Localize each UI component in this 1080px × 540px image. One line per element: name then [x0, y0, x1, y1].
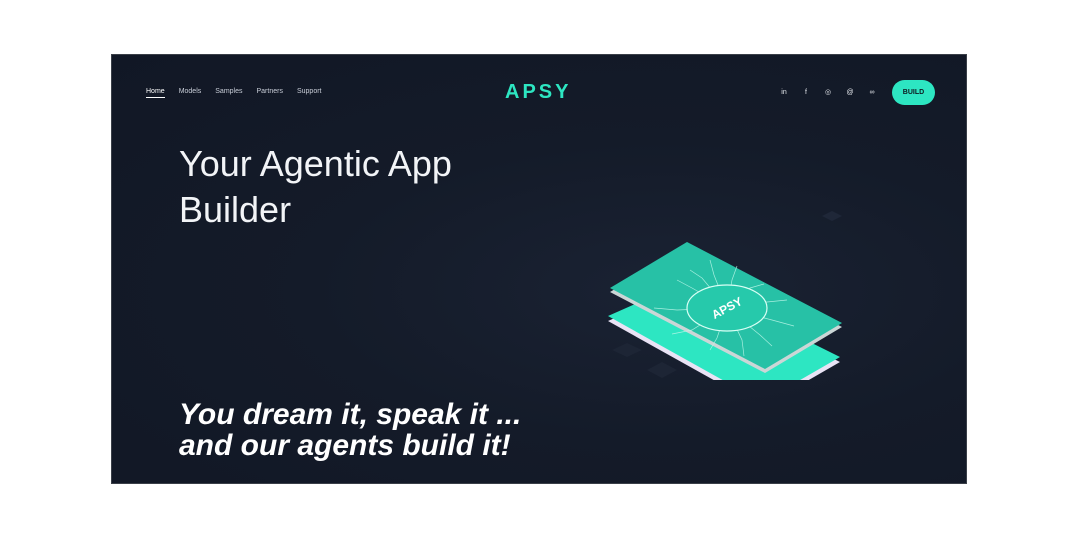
instagram-icon[interactable]: ◎ — [823, 87, 833, 97]
nav-item-samples[interactable]: Samples — [215, 88, 242, 98]
link-icon[interactable]: ∞ — [867, 87, 877, 97]
floating-square — [612, 343, 642, 357]
nav-item-support[interactable]: Support — [297, 88, 322, 98]
linkedin-icon[interactable]: in — [779, 87, 789, 97]
hero-tagline: You dream it, speak it ... and our agent… — [179, 398, 522, 462]
chip-illustration: APSY — [608, 211, 842, 380]
social-links: in f ◎ @ ∞ — [779, 87, 877, 97]
hero-section: Home Models Samples Partners Support APS… — [111, 54, 967, 484]
hero-headline: Your Agentic App Builder — [179, 143, 452, 230]
floating-square — [647, 362, 677, 378]
nav-item-home[interactable]: Home — [146, 88, 165, 98]
floating-square — [822, 211, 842, 221]
threads-icon[interactable]: @ — [845, 87, 855, 97]
nav-item-models[interactable]: Models — [179, 88, 202, 98]
main-nav: Home Models Samples Partners Support — [146, 88, 322, 98]
facebook-icon[interactable]: f — [801, 87, 811, 97]
nav-item-partners[interactable]: Partners — [257, 88, 283, 98]
brand-logo[interactable]: APSY — [505, 81, 571, 104]
build-button[interactable]: BUILD — [892, 80, 935, 105]
